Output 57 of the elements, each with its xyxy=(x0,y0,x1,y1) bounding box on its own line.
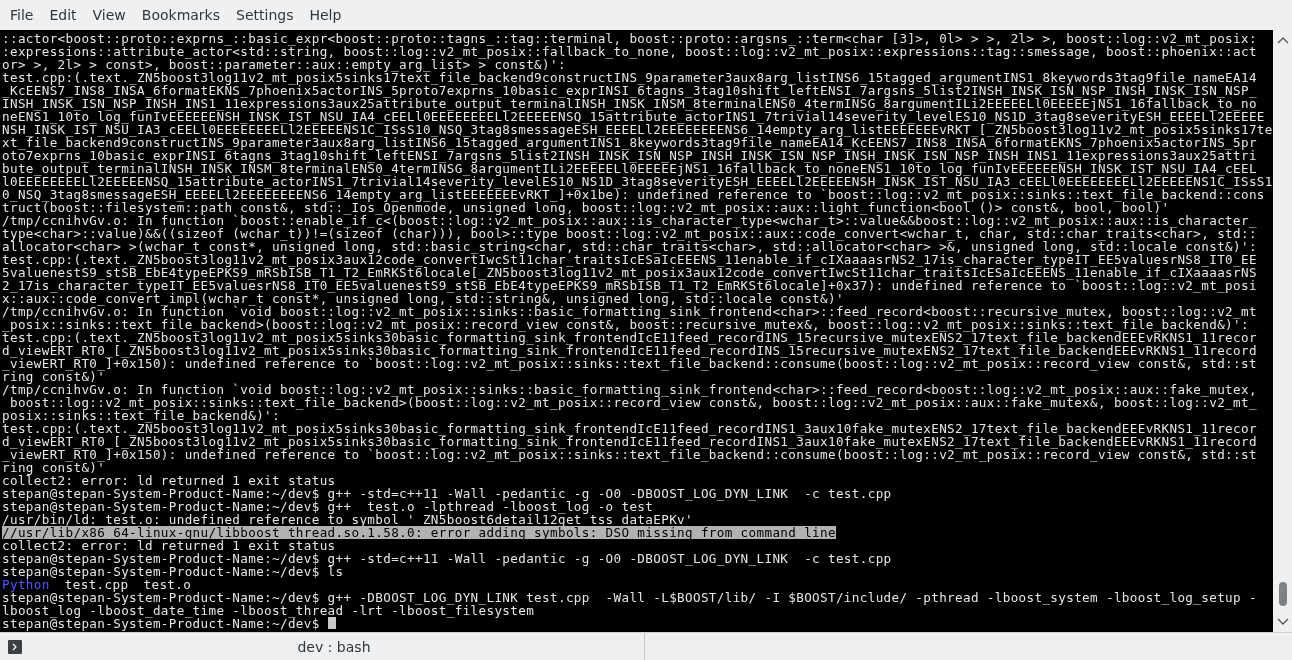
terminal-line: test.cpp:(.text._ZN5boost3log11v2_mt_posix5sinks17text_file_backend9constructINS_9parameter3aux8arg_listINS6_15tagged_argumentINS1_8keywords3tag9file_nameEA14 xyxy=(2,71,1257,84)
terminal-line: /tmp/ccnihvGv.o: In function `boost::enable_if_c<(boost::log::v2_mt_posix::aux::is_character_type<wchar_t>::value&&boost::log::v2_mt_posix::aux::is_character_ xyxy=(2,214,1257,227)
terminal-line: boost::log::v2_mt_posix::sinks::text_file_backend>(boost::log::v2_mt_posix::record_view const&, boost::log::v2_mt_posix::aux::fake_mutex&, boost::log::v2_mt_ xyxy=(9,396,1257,409)
terminal-line: :expressions::attribute_actor<std::string, boost::log::v2_mt_posix::fallback_to_none, boost::log::v2_mt_posix::expressions::tag::smessage, boost::phoenix::act xyxy=(2,45,1257,58)
terminal-line: or> >, 2l> > const>, boost::parameter::aux::empty_arg_list> > const&)': xyxy=(2,58,566,71)
file-name: test.cpp xyxy=(64,578,129,591)
terminal-line: _posix::sinks::text_file_backend>(boost::log::v2_mt_posix::record_view const&, boost::recursive_mutex&, boost::log::v2_mt_posix::sinks::text_file_backend&)': xyxy=(2,318,1249,331)
terminal-icon xyxy=(8,639,22,654)
terminal-line: bute_output_terminalINSH_INSK_INSM_8terminalENS0_4termINSG_8argumentILi2EEEEELl0EEEEEjNS1_16fallback_to_noneENS1_10to_log_funIvEEEEEENSH_INSK_IST_NSU_IA4_cEEL xyxy=(2,162,1257,175)
terminal-line: 0_NSQ_3tag8smessageESH_EEEELl2EEEEEEEENS6_14empty_arg_listEEEEEEEvRKT_]+0x1be): undefined reference to `boost::log::v2_mt_posix::sinks::text_file_backend::cons xyxy=(2,188,1265,201)
terminal-line: truct(boost::filesystem::path const&, std::_Ios_Openmode, unsigned long, boost::log::v2_mt_posix::aux::light_function<bool ()> const&, bool, bool)' xyxy=(2,201,1170,214)
menu-item[interactable]: Help xyxy=(301,7,350,23)
menu-item[interactable]: View xyxy=(84,7,134,23)
terminal-line: collect2: error: ld returned 1 exit status xyxy=(2,474,336,487)
terminal-line: INSH_INSK_ISN_NSP_INSH_INS1_11expressions3aux25attribute_output_terminalINSH_INSK_INSM_8terminalENS0_4termINSG_8argumentILi2EEEEELl0EEEEEjNS1_16fallback_to_no xyxy=(2,97,1257,110)
terminal-line: _viewERT_RT0_]+0x150): undefined reference to `boost::log::v2_mt_posix::sinks::text_file_backend::consume(boost::log::v2_mt_posix::record_view const&, std::st xyxy=(2,448,1257,461)
terminal-line: posix::sinks::text_file_backend&)': xyxy=(2,409,280,422)
terminal-line: ring const&)' xyxy=(2,370,106,383)
terminal-line: test.cpp:(.text._ZN5boost3log11v2_mt_posix5sinks30basic_formatting_sink_frontendIcE11feed_recordINS1_3aux10fake_mutexENS2_17text_file_backendEEEvRKNS1_11recor xyxy=(2,422,1257,435)
terminal-line: l0EEEEEEEELl2EEEEENSQ_15attribute_actorINS1_7trivial14severity_levelES10_NS1D_3tag8severityESH_EEEELl2EEEEENSH_INSK_IST_NSU_IA3_cEELl0EEEEEEEELl2EEEEENS1C_ISsS1 xyxy=(2,175,1273,188)
terminal-line: d_viewERT_RT0_[_ZN5boost3log11v2_mt_posix5sinks30basic_formatting_sink_frontendIcE11feed_recordINS_15recursive_mutexENS2_17text_file_backendEEEvRKNS1_11record xyxy=(2,344,1257,357)
file-name: test.o xyxy=(143,578,192,591)
terminal-line: stepan@stepan-System-Product-Name:~/dev$ g++ -std=c++11 -Wall -pedantic -g -O0 -DBOOST_LOG_DYN_LINK -c test.cpp xyxy=(2,552,892,565)
scroll-up-icon[interactable] xyxy=(1276,36,1289,44)
terminal-line: xt_file_backend9constructINS_9parameter3aux8arg_listINS6_15tagged_argumentINS1_8keywords3tag9file_nameEA14_KcEENS7_INS8_INSA_6formatEKNS_7phoenix5actorINS_5pr xyxy=(2,136,1257,149)
terminal-line: neENS1_10to_log_funIvEEEEEENSH_INSK_IST_NSU_IA4_cEELl0EEEEEEEELl2EEEEENSQ_15attribute_actorINS1_7trivial14severity_levelES10_NS1D_3tag8severityESH_EEEELl2EEEEE xyxy=(2,110,1265,123)
menu-item[interactable]: Bookmarks xyxy=(133,7,228,23)
scrollbar-thumb[interactable] xyxy=(1278,582,1287,606)
terminal-line: collect2: error: ld returned 1 exit status xyxy=(2,539,336,552)
terminal-line: x::aux::code_convert_impl(wchar_t const*, unsigned long, std::string&, unsigned long, std::locale const&)' xyxy=(2,292,844,305)
directory-name: Python xyxy=(2,578,50,591)
terminal-line: test.cpp:(.text._ZN5boost3log11v2_mt_posix3aux12code_convertIwcSt11char_traitsIcESaIcEEENS_11enable_if_cIXaaaasrNS2_17is_character_typeIT_EE5valuesrNS8_IT0_EE xyxy=(2,253,1257,266)
terminal-line: _KcEENS7_INS8_INSA_6formatEKNS_7phoenix5actorINS_5proto7exprns_10basic_exprINSI_6tagns_3tag10shift_leftENSI_7argsns_5list2INSH_INSK_ISN_NSP_INSH_INSK_ISN_NSP_ xyxy=(2,84,1257,97)
terminal-line: stepan@stepan-System-Product-Name:~/dev$ g++ test.o -lpthread -lboost_log -o test xyxy=(2,500,654,513)
menu-item[interactable]: Settings xyxy=(228,7,302,23)
terminal-line: /tmp/ccnihvGv.o: In function `void boost::log::v2_mt_posix::sinks::basic_formatting_sink_frontend<char>::feed_record<boost::recursive_mutex, boost::log::v2_mt xyxy=(2,305,1257,318)
terminal-line: /usr/bin/ld: test.o: undefined reference to symbol '_ZN5boost6detail12get_tss_dataEPKv' xyxy=(2,513,693,526)
scroll-down-icon[interactable] xyxy=(1276,618,1289,626)
terminal-line: 5valuenestS9_stSB_EbE4typeEPKS9_mRSbISB_T1_T2_EmRKSt6locale[_ZN5boost3log11v2_mt_posix3aux12code_convertIwcSt11char_traitsIcESaIcEEENS_11enable_if_cIXaaaasrNS xyxy=(2,266,1257,279)
terminal-line: type<char>::value)&&((sizeof (wchar_t))!=(sizeof (char))), bool>::type boost::log::v2_mt_posix::aux::code_convert<wchar_t, char, std::char_traits<char>, std:: xyxy=(2,227,1257,240)
terminal-line: stepan@stepan-System-Product-Name:~/dev$ xyxy=(2,617,320,630)
terminal-line: stepan@stepan-System-Product-Name:~/dev$ ls xyxy=(2,565,344,578)
menu-item[interactable]: Edit xyxy=(41,7,85,23)
terminal-line: oto7exprns_10basic_exprINSI_6tagns_3tag10shift_leftENSI_7argsns_5list2INSH_INSK_ISN_NSP_INSH_INSK_ISN_NSP_INSH_INSK_ISN_NSP_INSH_INS1_11expressions3aux25attri xyxy=(2,149,1257,162)
terminal-line: ::actor<boost::proto::exprns_::basic_expr<boost::proto::tagns_::tag::terminal, boost::proto::argsns_::term<char [3]>, 0l> > >, 2l> >, boost::log::v2_mt_posix: xyxy=(2,32,1257,45)
terminal-line: stepan@stepan-System-Product-Name:~/dev$ g++ -DBOOST_LOG_DYN_LINK test.cpp -Wall -L$BOOST/lib/ -I $BOOST/include/ -pthread -lboost_system -lboost_log_setup - xyxy=(2,591,1257,604)
terminal-line: allocator<char> >(wchar_t const*, unsigned long, std::basic_string<char, std::char_traits<char>, std::allocator<char> >&, unsigned long, std::locale const&)': xyxy=(2,240,1257,253)
terminal-line: ring const&)' xyxy=(2,461,106,474)
terminal-line: 2_17is_character_typeIT_EE5valuesrNS8_IT0_EE5valuenestS9_stSB_EbE4typeEPKS9_mRSbISB_T1_T2_EmRKSt6locale]+0x37): undefined reference to `boost::log::v2_mt_posi xyxy=(2,279,1257,292)
terminal-line: _viewERT_RT0_]+0x150): undefined reference to `boost::log::v2_mt_posix::sinks::text_file_backend::consume(boost::log::v2_mt_posix::record_view const&, std::st xyxy=(2,357,1257,370)
terminal-line: lboost_log -lboost_date_time -lboost_thread -lrt -lboost_filesystem xyxy=(2,604,535,617)
terminal-line: NSH_INSK_IST_NSU_IA3_cEELl0EEEEEEEELl2EEEEENS1C_ISsS10_NSQ_3tag8smessageESH_EEEELl2EEEEEEEENS6_14empty_arg_listEEEEEEEvRKT_[_ZN5boost3log11v2_mt_posix5sinks17te xyxy=(2,123,1273,136)
menu-item[interactable]: File xyxy=(2,7,42,23)
terminal-line: d_viewERT_RT0_[_ZN5boost3log11v2_mt_posix5sinks30basic_formatting_sink_frontendIcE11feed_recordINS1_3aux10fake_mutexENS2_17text_file_backendEEEvRKNS1_11record xyxy=(2,435,1257,448)
terminal-line: test.cpp:(.text._ZN5boost3log11v2_mt_posix5sinks30basic_formatting_sink_frontendIcE11feed_recordINS_15recursive_mutexENS2_17text_file_backendEEEvRKNS1_11recor xyxy=(2,331,1257,344)
terminal-line: stepan@stepan-System-Product-Name:~/dev$ g++ -std=c++11 -Wall -pedantic -g -O0 -DBOOST_LOG_DYN_LINK -c test.cpp xyxy=(2,487,892,500)
terminal-line: /tmp/ccnihvGv.o: In function `void boost::log::v2_mt_posix::sinks::basic_formatting_sink_frontend<char>::feed_record<boost::log::v2_mt_posix::aux::fake_mutex, xyxy=(2,383,1257,396)
